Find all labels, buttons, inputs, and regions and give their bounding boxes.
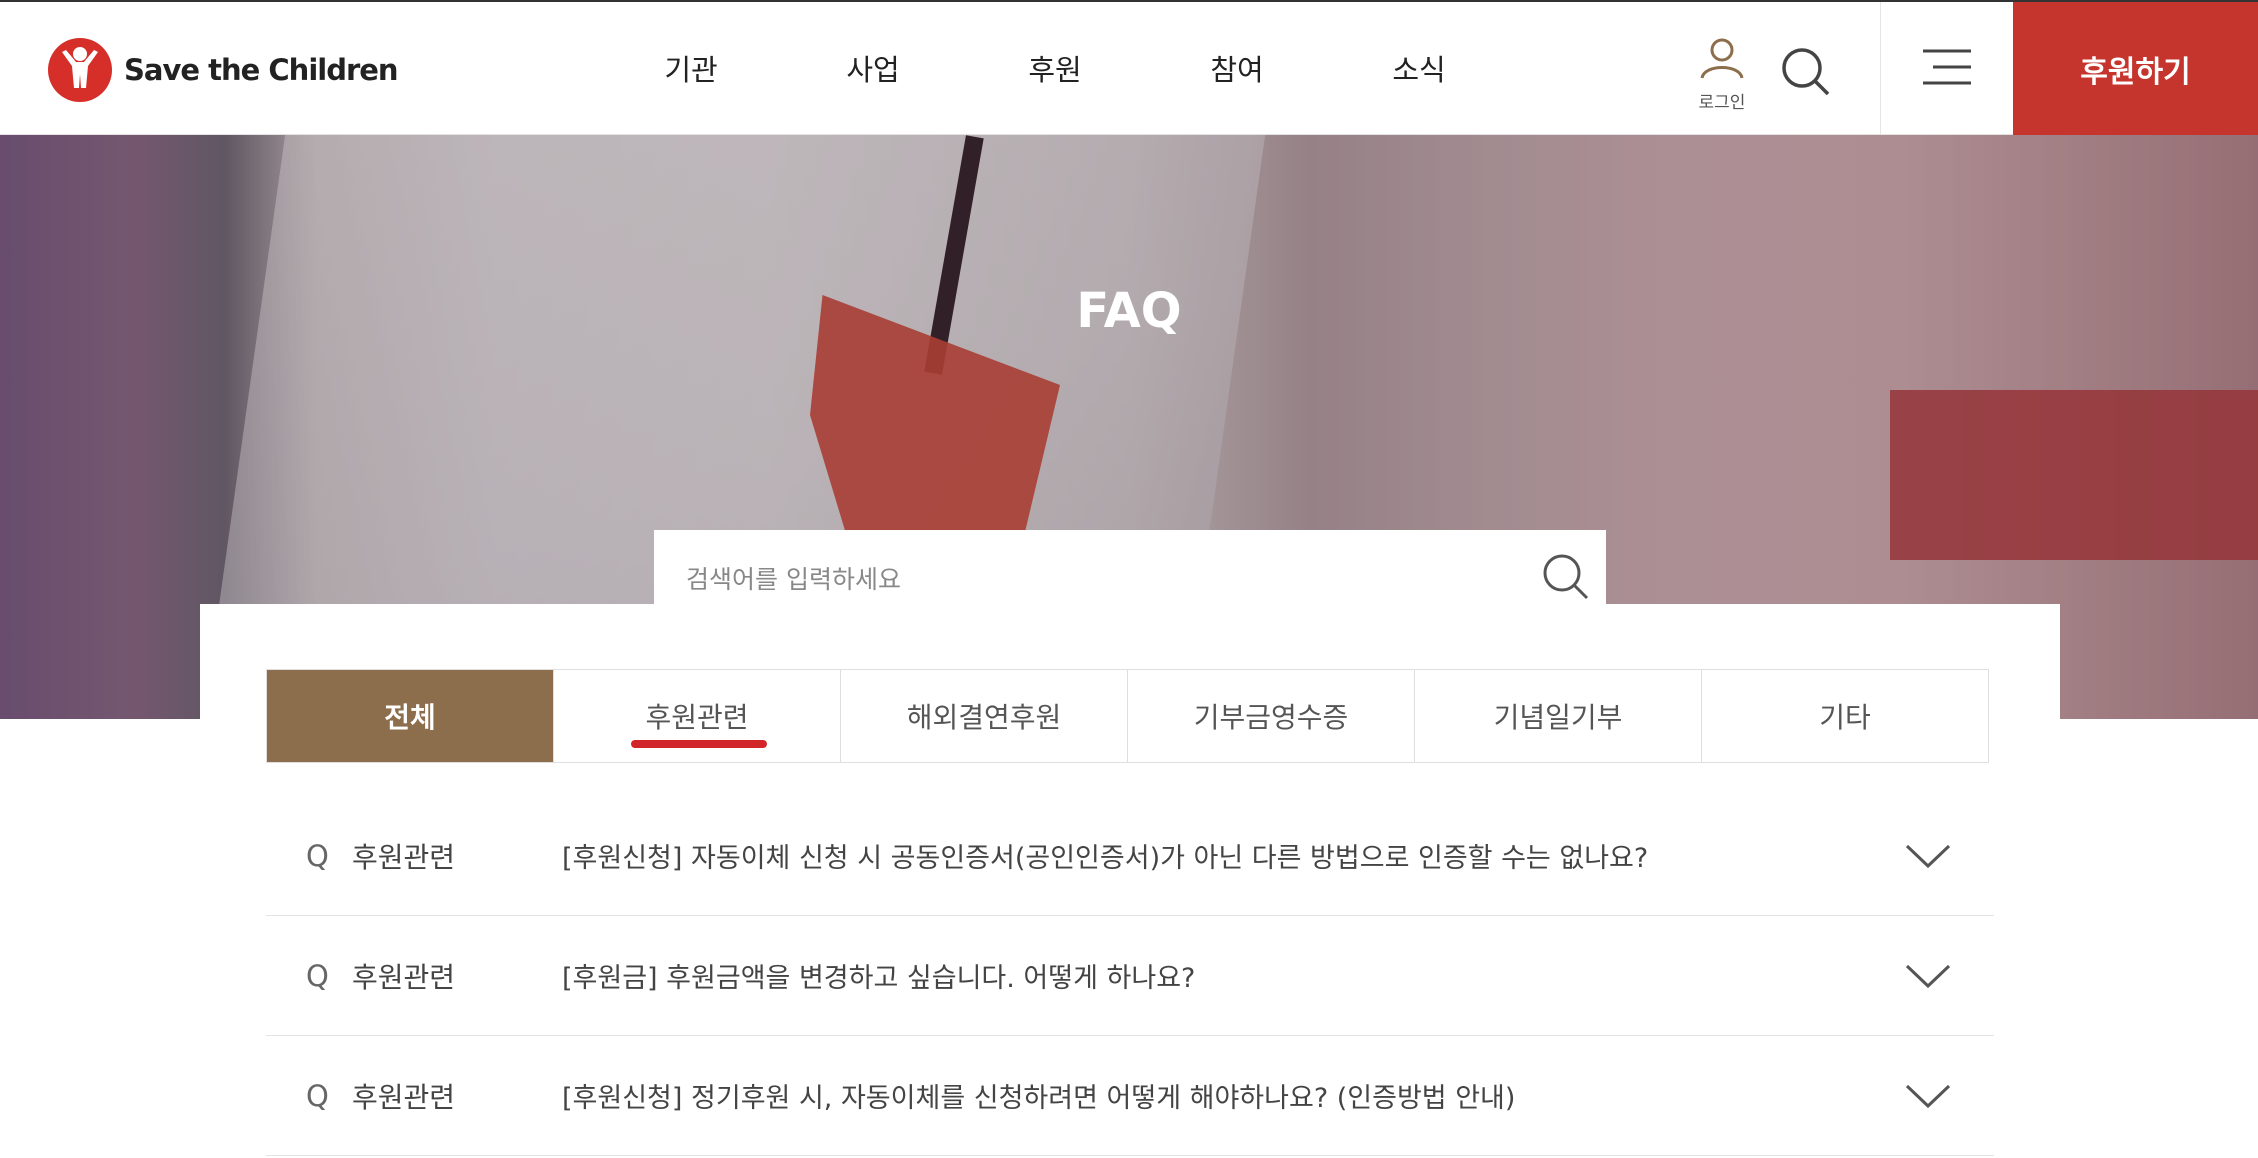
header-search-button[interactable] bbox=[1780, 46, 1832, 98]
tab-donation-receipt[interactable]: 기부금영수증 bbox=[1127, 670, 1414, 762]
faq-category: 후원관련 bbox=[352, 960, 456, 994]
tab-label: 기타 bbox=[1819, 701, 1871, 734]
logo-text: Save the Children bbox=[124, 53, 399, 87]
main-nav: 기관 사업 후원 참여 소식 bbox=[600, 2, 1510, 134]
tab-label: 전체 bbox=[384, 701, 436, 734]
page-title: FAQ bbox=[1076, 283, 1182, 339]
faq-q-marker: Q bbox=[306, 958, 329, 993]
search-icon bbox=[1542, 553, 1590, 605]
search-icon bbox=[1780, 48, 1832, 102]
faq-item[interactable]: Q 후원관련 [후원신청] 정기후원 시, 자동이체를 신청하려면 어떻게 해야… bbox=[266, 1036, 1994, 1156]
faq-question: [후원신청] 자동이체 신청 시 공동인증서(공인인증서)가 아닌 다른 방법으… bbox=[562, 843, 1649, 874]
nav-item-business[interactable]: 사업 bbox=[782, 47, 964, 89]
tab-anniversary-giving[interactable]: 기념일기부 bbox=[1414, 670, 1701, 762]
menu-button[interactable] bbox=[1880, 2, 2012, 135]
faq-item[interactable]: Q 후원관련 [후원신청] 자동이체 신청 시 공동인증서(공인인증서)가 아닌… bbox=[266, 796, 1994, 916]
faq-category-tabs: 전체 후원관련 해외결연후원 기부금영수증 기념일기부 기타 bbox=[266, 669, 1989, 763]
faq-category: 후원관련 bbox=[352, 840, 456, 874]
faq-category: 후원관련 bbox=[352, 1080, 456, 1114]
child-logo-icon bbox=[48, 38, 112, 102]
login-button[interactable]: 로그인 bbox=[1690, 36, 1754, 113]
tab-hover-underline bbox=[631, 740, 767, 748]
donate-button[interactable]: 후원하기 bbox=[2013, 2, 2258, 135]
nav-item-participation[interactable]: 참여 bbox=[1146, 47, 1328, 89]
faq-q-marker: Q bbox=[306, 838, 329, 873]
faq-question: [후원신청] 정기후원 시, 자동이체를 신청하려면 어떻게 해야하나요? (인… bbox=[562, 1083, 1516, 1114]
nav-item-news[interactable]: 소식 bbox=[1328, 47, 1510, 89]
faq-q-marker: Q bbox=[306, 1078, 329, 1113]
login-label: 로그인 bbox=[1698, 93, 1746, 113]
nav-item-donation[interactable]: 후원 bbox=[964, 47, 1146, 89]
tab-overseas-sponsorship[interactable]: 해외결연후원 bbox=[840, 670, 1127, 762]
logo[interactable]: Save the Children bbox=[48, 36, 399, 104]
tab-label: 기부금영수증 bbox=[1193, 701, 1349, 734]
faq-question: [후원금] 후원금액을 변경하고 싶습니다. 어떻게 하나요? bbox=[562, 963, 1196, 994]
chevron-down-icon[interactable] bbox=[1904, 1080, 1952, 1112]
site-header: Save the Children 기관 사업 후원 참여 소식 로그인 후원하… bbox=[0, 0, 2258, 135]
tab-label: 해외결연후원 bbox=[906, 701, 1062, 734]
hamburger-icon bbox=[1921, 47, 1973, 91]
nav-item-institution[interactable]: 기관 bbox=[600, 47, 782, 89]
tab-label: 기념일기부 bbox=[1493, 701, 1623, 734]
tab-donation[interactable]: 후원관련 bbox=[553, 670, 840, 762]
tab-all[interactable]: 전체 bbox=[267, 670, 553, 762]
faq-list: Q 후원관련 [후원신청] 자동이체 신청 시 공동인증서(공인인증서)가 아닌… bbox=[266, 796, 1994, 1156]
user-icon bbox=[1698, 38, 1746, 84]
tab-other[interactable]: 기타 bbox=[1701, 670, 1988, 762]
chevron-down-icon[interactable] bbox=[1904, 840, 1952, 872]
chevron-down-icon[interactable] bbox=[1904, 960, 1952, 992]
faq-item[interactable]: Q 후원관련 [후원금] 후원금액을 변경하고 싶습니다. 어떻게 하나요? bbox=[266, 916, 1994, 1036]
tab-label: 후원관련 bbox=[645, 701, 749, 734]
